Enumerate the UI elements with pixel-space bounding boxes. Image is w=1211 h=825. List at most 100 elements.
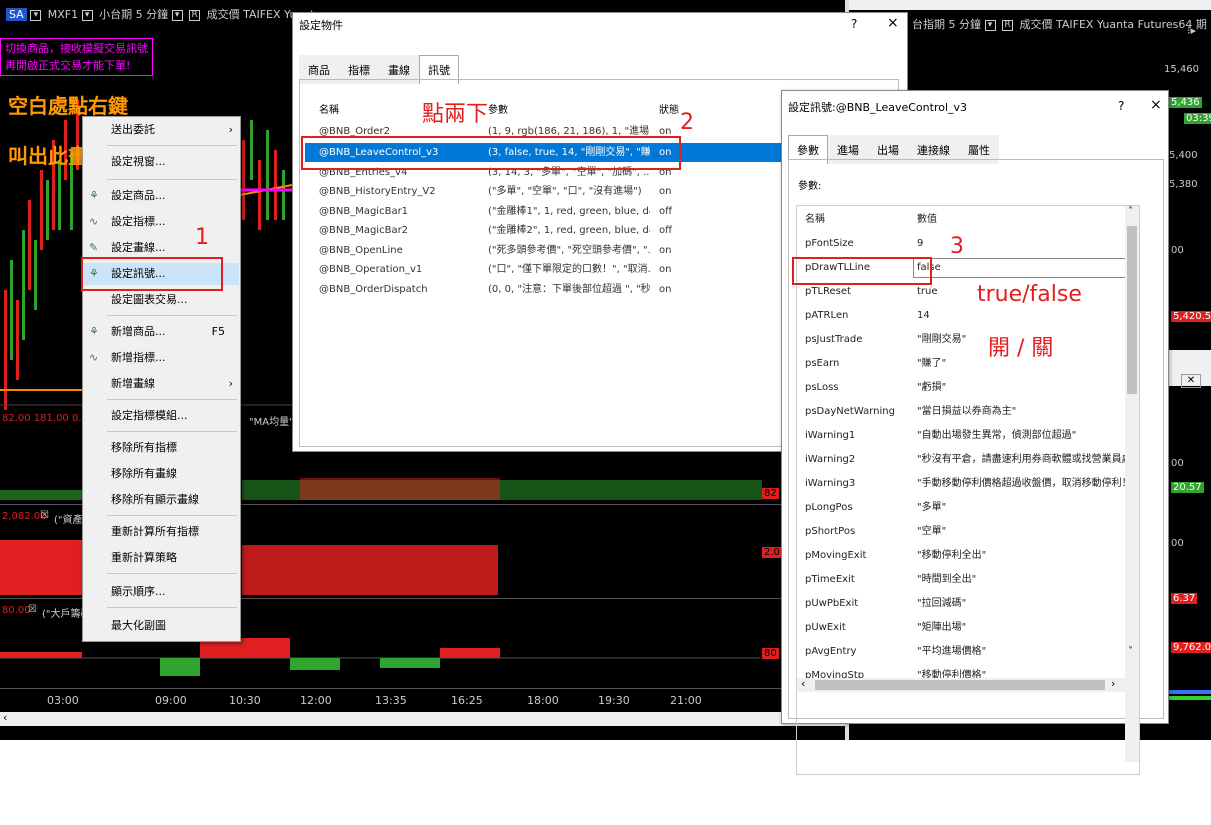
- param-value[interactable]: "空單": [917, 520, 946, 544]
- param-row[interactable]: pUwPbExit "拉回減碼": [797, 592, 1127, 616]
- dropdown-icon[interactable]: ▾: [171, 9, 183, 21]
- param-value[interactable]: "時間到全出": [917, 568, 976, 592]
- right-titlebar: [849, 0, 1211, 10]
- param-row[interactable]: pATRLen 14: [797, 304, 1127, 328]
- menu-add-product[interactable]: ⚘ 新增商品... F5: [84, 321, 239, 343]
- menu-indicator-module[interactable]: 設定指標模組...: [84, 405, 239, 427]
- param-value[interactable]: "虧損": [917, 376, 946, 400]
- menu-add-drawing[interactable]: 新增畫線 ›: [84, 373, 239, 395]
- horizontal-scrollbar[interactable]: ‹ ›: [797, 677, 1125, 692]
- menu-recalc-indicators[interactable]: 重新計算所有指標: [84, 521, 239, 543]
- signal-params-dialog[interactable]: 設定訊號:@BNB_LeaveControl_v3 ? × 參數 進場 出場 連…: [781, 90, 1169, 775]
- horizontal-scrollbar[interactable]: ‹: [0, 711, 845, 726]
- param-value[interactable]: "剛剛交易": [917, 328, 966, 352]
- param-row[interactable]: pAvgEntry "平均進場價格": [797, 640, 1127, 664]
- param-value[interactable]: "賺了": [917, 352, 946, 376]
- menu-icon[interactable]: ⁝▸: [1187, 24, 1196, 37]
- help-icon[interactable]: ?: [1118, 99, 1124, 113]
- menu-send-order[interactable]: 送出委託 ›: [84, 119, 239, 141]
- param-row[interactable]: iWarning3 "手動移動停利價格超過收盤價，取消移動停利！": [797, 472, 1136, 496]
- column-header[interactable]: 狀態: [659, 101, 679, 116]
- menu-separator: [107, 179, 237, 180]
- row-name: @BNB_OpenLine: [319, 245, 403, 256]
- shortcut-label: F5: [211, 325, 225, 338]
- menu-set-product[interactable]: ⚘ 設定商品...: [84, 185, 239, 207]
- menu-set-drawing[interactable]: ✎ 設定畫線...: [84, 237, 239, 259]
- menu-add-indicator[interactable]: ∿ 新增指標...: [84, 347, 239, 369]
- param-name: pMovingExit: [805, 550, 867, 561]
- param-value[interactable]: 14: [917, 304, 930, 328]
- time-tick: 09:00: [155, 694, 187, 707]
- menu-separator: [107, 607, 237, 608]
- column-header[interactable]: 名稱: [319, 101, 339, 116]
- scroll-left-icon[interactable]: ‹: [801, 677, 805, 690]
- param-value[interactable]: "移動停利全出": [917, 544, 986, 568]
- time-tick: 13:35: [375, 694, 407, 707]
- param-row[interactable]: pTimeExit "時間到全出": [797, 568, 1127, 592]
- close-icon[interactable]: ×: [1150, 97, 1162, 113]
- vertical-scrollbar[interactable]: ˄ ˅: [1125, 206, 1139, 762]
- contract-label: MXF1: [47, 8, 79, 21]
- scrollbar-thumb[interactable]: [815, 680, 1105, 690]
- menu-separator: [107, 431, 237, 432]
- dropdown-icon[interactable]: ▾: [984, 19, 996, 31]
- menu-display-order[interactable]: 顯示順序...: [84, 581, 239, 603]
- menu-window-settings[interactable]: 設定視窗...: [84, 151, 239, 173]
- param-row[interactable]: pShortPos "空單": [797, 520, 1127, 544]
- time-tick: 18:00: [527, 694, 559, 707]
- param-value[interactable]: "當日損益以券商為主": [917, 400, 1016, 424]
- menu-chart-trading[interactable]: 設定圖表交易...: [84, 289, 239, 311]
- params-table[interactable]: 名稱 數值 pFontSize 9 pDrawTLLine false pTLRese…: [796, 205, 1140, 775]
- menu-label: 移除所有指標: [111, 441, 177, 454]
- dialog-title: 設定訊號:@BNB_LeaveControl_v3: [788, 101, 968, 114]
- whale-value: 80.00: [2, 605, 31, 616]
- time-tick: 21:00: [670, 694, 702, 707]
- param-value[interactable]: "移動停利價格": [917, 664, 986, 678]
- param-row[interactable]: iWarning2 "秒沒有平倉，請盡速利用券商軟體或找營業員處理: [797, 448, 1139, 472]
- menu-recalc-strategy[interactable]: 重新計算策略: [84, 547, 239, 569]
- menu-label: 送出委託: [111, 123, 155, 136]
- column-header[interactable]: 參數: [488, 101, 650, 116]
- help-icon[interactable]: ?: [851, 17, 857, 31]
- param-row[interactable]: psEarn "賺了": [797, 352, 1127, 376]
- menu-set-indicator[interactable]: ∿ 設定指標...: [84, 211, 239, 233]
- menu-remove-drawings[interactable]: 移除所有畫線: [84, 463, 239, 485]
- param-row[interactable]: psLoss "虧損": [797, 376, 1127, 400]
- param-row[interactable]: pLongPos "多單": [797, 496, 1127, 520]
- symbol-badge[interactable]: SA: [6, 8, 27, 21]
- scroll-left-icon[interactable]: ‹: [3, 711, 7, 724]
- close-icon[interactable]: ☒: [28, 604, 37, 615]
- param-row[interactable]: pMovingExit "移動停利全出": [797, 544, 1127, 568]
- close-icon[interactable]: ✕: [1181, 374, 1201, 388]
- dropdown-icon[interactable]: ▾: [30, 9, 42, 21]
- notice-line: 再開啟正式交易才能下單!: [5, 59, 131, 72]
- param-value[interactable]: "平均進場價格": [917, 640, 986, 664]
- scroll-up-icon[interactable]: ˄: [1128, 206, 1133, 217]
- row-params: ("多單", "空單", "口", "沒有進場"): [488, 186, 642, 197]
- param-value-input[interactable]: false: [913, 258, 1127, 278]
- param-row[interactable]: psDayNetWarning "當日損益以券商為主": [797, 400, 1127, 424]
- param-value[interactable]: "自動出場發生異常，偵測部位超過": [917, 424, 1076, 448]
- param-row[interactable]: iWarning1 "自動出場發生異常，偵測部位超過": [797, 424, 1127, 448]
- param-value[interactable]: "拉回減碼": [917, 592, 966, 616]
- param-row[interactable]: pUwExit "矩陣出場": [797, 616, 1127, 640]
- r-toggle-icon[interactable]: R: [189, 9, 201, 21]
- scroll-down-icon[interactable]: ˅: [1128, 646, 1133, 657]
- scrollbar-thumb[interactable]: [1127, 226, 1137, 394]
- dropdown-icon[interactable]: ▾: [81, 9, 93, 21]
- param-value[interactable]: 9: [917, 232, 923, 256]
- param-value[interactable]: "手動移動停利價格超過收盤價，取消移動停利！": [917, 472, 1136, 496]
- close-icon[interactable]: ×: [887, 15, 899, 31]
- menu-remove-indicators[interactable]: 移除所有指標: [84, 437, 239, 459]
- param-row[interactable]: pMovingStp "移動停利價格": [797, 664, 1127, 678]
- close-icon[interactable]: ☒: [40, 510, 49, 521]
- param-value[interactable]: "矩陣出場": [917, 616, 966, 640]
- param-row[interactable]: psJustTrade "剛剛交易": [797, 328, 1127, 352]
- param-value[interactable]: "多單": [917, 496, 946, 520]
- context-menu[interactable]: 送出委託 › 設定視窗... ⚘ 設定商品... ∿ 設定指標... ✎ 設定畫線...…: [82, 116, 241, 642]
- r-toggle-icon[interactable]: R: [1002, 19, 1013, 31]
- menu-maximize-subchart[interactable]: 最大化副圖: [84, 615, 239, 637]
- menu-remove-shown-drawings[interactable]: 移除所有顯示畫線: [84, 489, 239, 511]
- scroll-right-icon[interactable]: ›: [1111, 677, 1115, 690]
- param-value[interactable]: "秒沒有平倉，請盡速利用券商軟體或找營業員處理: [917, 448, 1139, 472]
